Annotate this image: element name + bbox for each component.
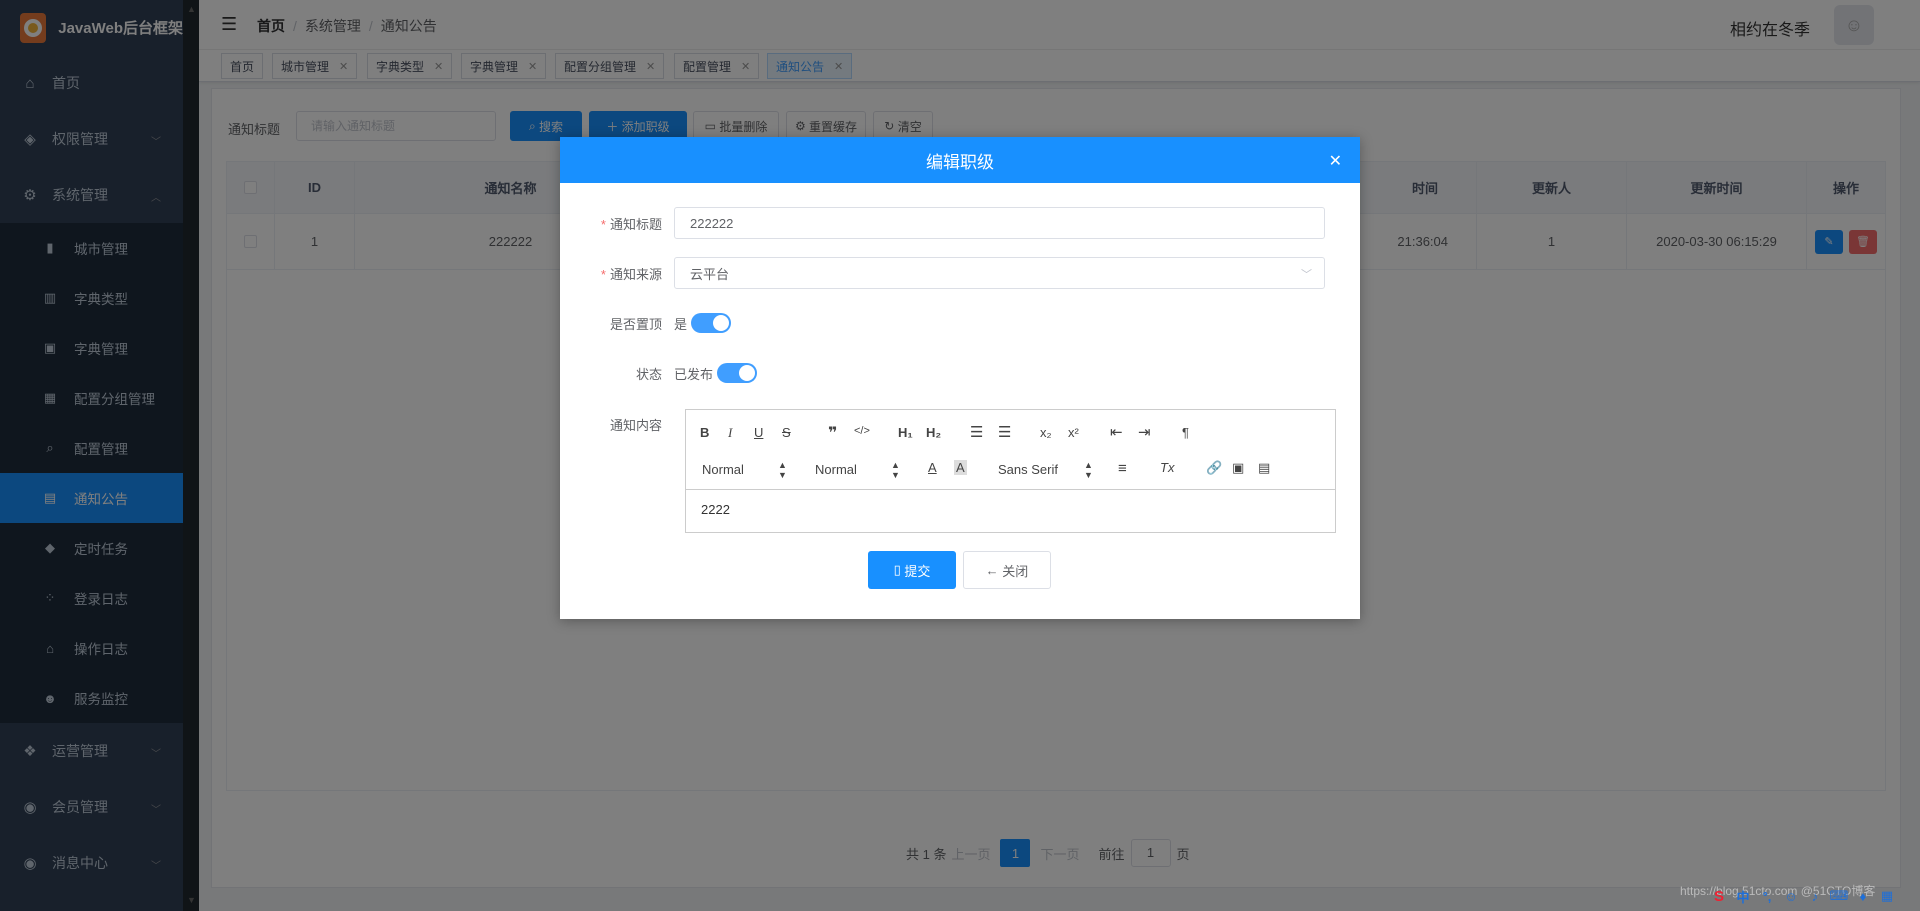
chinese-mode-icon[interactable]: 中 (1734, 887, 1752, 905)
edit-dialog: 编辑职级 ✕ * 通知标题 222222 * 通知来源 云平台 ﹀ 是否置顶 是 状态… (560, 137, 1360, 619)
submit-label: 提交 (904, 563, 931, 579)
file-icon: ▯ (893, 562, 905, 577)
rtl-icon[interactable]: ¶ (1182, 425, 1189, 440)
code-icon[interactable]: </> (854, 425, 870, 437)
clean-format-icon[interactable]: Tx (1160, 460, 1174, 475)
video-icon[interactable]: ▤ (1258, 460, 1270, 476)
grid-icon[interactable]: ▦ (1878, 887, 1896, 905)
close-button[interactable]: ← 关闭 (963, 551, 1051, 589)
status-switch[interactable] (717, 363, 758, 383)
form-row-source: * 通知来源 云平台 ﹀ (560, 257, 1360, 289)
ordered-list-icon[interactable]: ☰ (970, 423, 983, 441)
bullet-list-icon[interactable]: ☰ (998, 423, 1011, 441)
status-switch-text: 已发布 (674, 366, 714, 382)
quote-icon[interactable]: ❞ (828, 423, 837, 443)
editor-toolbar: B I U S ❞ </> H₁ H₂ ☰ ☰ x₂ x² ⇤ ⇥ ¶ Norm… (686, 410, 1335, 490)
form-row-top: 是否置顶 是 (560, 307, 1360, 339)
title-field-label: * 通知标题 (560, 214, 674, 233)
font-select-value: Sans Serif (998, 462, 1058, 477)
dialog-title: 编辑职级 (926, 152, 994, 172)
font-select[interactable]: Sans Serif (998, 462, 1058, 477)
source-select[interactable]: 云平台 ﹀ (674, 257, 1325, 289)
link-icon[interactable]: 🔗 (1206, 460, 1222, 476)
close-label: 关闭 (1002, 563, 1029, 579)
h1-icon[interactable]: H₁ (898, 425, 913, 440)
switch-knob (739, 365, 756, 381)
outdent-icon[interactable]: ⇤ (1110, 423, 1123, 441)
source-field-label: * 通知来源 (560, 264, 674, 283)
close-icon[interactable]: ✕ (1329, 151, 1342, 171)
header-select-value: Normal (702, 462, 744, 477)
required-icon: * (600, 216, 606, 232)
align-icon[interactable]: ≡ (1118, 460, 1127, 477)
status-field-label: 状态 (635, 366, 662, 382)
header-select[interactable]: Normal (702, 462, 744, 477)
switch-knob (713, 315, 730, 331)
updown-icon: ▲ ▼ (891, 460, 900, 480)
app-root: JavaWeb后台框架 ⌂ 首页 ◈ 权限管理 ﹀ ⚙ 系统管理 ︿ ▮ 城市管… (0, 0, 1920, 911)
submit-button[interactable]: ▯ 提交 (868, 551, 956, 589)
strike-icon[interactable]: S (782, 425, 791, 440)
underline-icon[interactable]: U (754, 425, 763, 440)
title-field[interactable]: 222222 (674, 207, 1325, 239)
system-tray: S 中 °, ☺ ♪ ⌨ ♦ ▦ (1710, 884, 1896, 908)
editor-content[interactable]: 2222 (686, 490, 1335, 529)
top-field-label: 是否置顶 (609, 316, 662, 332)
input-method-icon[interactable]: S (1710, 887, 1728, 905)
size-select[interactable]: Normal (815, 462, 857, 477)
indent-icon[interactable]: ⇥ (1138, 423, 1151, 441)
top-switch-text: 是 (674, 316, 688, 332)
arrow-left-icon: ← (985, 562, 1003, 578)
background-color-icon[interactable]: A (954, 460, 967, 475)
keyboard-icon[interactable]: ⌨ (1830, 887, 1849, 905)
emoji-icon[interactable]: ☺ (1782, 887, 1800, 905)
h2-icon[interactable]: H₂ (926, 425, 941, 440)
font-color-icon[interactable]: A (928, 460, 937, 475)
subscript-icon[interactable]: x₂ (1040, 425, 1052, 440)
chevron-down-icon: ﹀ (1301, 269, 1312, 281)
punctuation-icon[interactable]: °, (1758, 887, 1776, 905)
mic-icon[interactable]: ♪ (1806, 887, 1824, 905)
italic-icon[interactable]: I (728, 425, 732, 441)
required-icon: * (600, 266, 606, 282)
source-select-value: 云平台 (690, 266, 730, 282)
form-row-status: 状态 已发布 (560, 357, 1360, 389)
content-field-label: 通知内容 (609, 418, 662, 433)
updown-icon: ▲ ▼ (778, 460, 787, 480)
bold-icon[interactable]: B (700, 425, 709, 440)
form-row-title: * 通知标题 222222 (560, 207, 1360, 239)
updown-icon: ▲ ▼ (1084, 460, 1093, 480)
dialog-header: 编辑职级 ✕ (560, 137, 1360, 183)
superscript-icon[interactable]: x² (1068, 425, 1079, 440)
source-field-label-text: 通知来源 (609, 266, 662, 282)
rich-text-editor: B I U S ❞ </> H₁ H₂ ☰ ☰ x₂ x² ⇤ ⇥ ¶ Norm… (685, 409, 1336, 533)
top-switch[interactable] (691, 313, 732, 333)
size-select-value: Normal (815, 462, 857, 477)
image-icon[interactable]: ▣ (1232, 460, 1244, 476)
shirt-icon[interactable]: ♦ (1854, 887, 1872, 905)
title-field-label-text: 通知标题 (609, 216, 662, 232)
